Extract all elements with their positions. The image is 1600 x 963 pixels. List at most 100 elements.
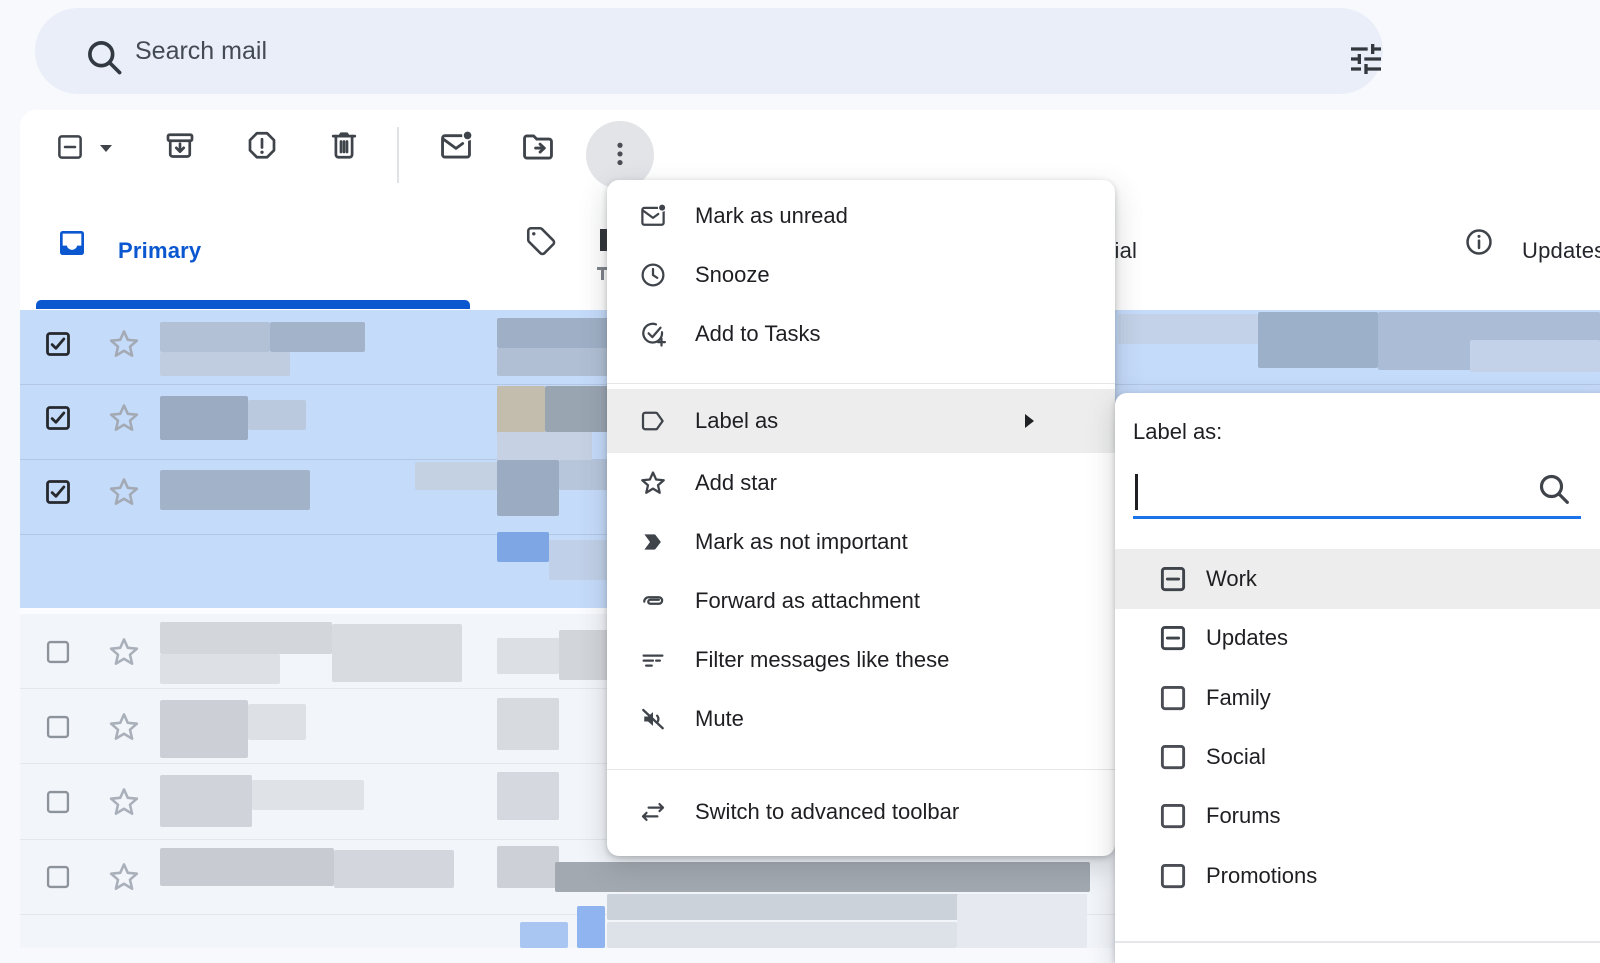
redacted-text xyxy=(497,386,545,434)
label-search-underline xyxy=(1133,516,1581,519)
filter-icon xyxy=(638,645,668,675)
mute-icon xyxy=(638,704,668,734)
menu-item-forward-as-attachment[interactable]: Forward as attachment xyxy=(607,571,1115,630)
menu-item-switch-to-advanced-toolbar[interactable]: Switch to advanced toolbar xyxy=(607,782,1115,841)
redacted-text xyxy=(497,348,609,376)
star-icon[interactable] xyxy=(106,400,142,436)
redacted-text xyxy=(160,775,252,827)
row-checkbox-checked[interactable] xyxy=(44,330,72,358)
menu-item-label-as[interactable]: Label as xyxy=(607,389,1115,453)
redacted-text xyxy=(160,848,334,886)
redacted-text xyxy=(559,460,609,490)
submenu-arrow-icon xyxy=(1022,412,1036,430)
menu-item-snooze[interactable]: Snooze xyxy=(607,245,1115,304)
redacted-text xyxy=(497,460,559,516)
row-checkbox[interactable] xyxy=(44,638,72,666)
delete-icon[interactable] xyxy=(326,128,362,164)
row-checkbox[interactable] xyxy=(44,713,72,741)
redacted-text xyxy=(160,654,280,684)
menu-item-mark-as-not-important[interactable]: Mark as not important xyxy=(607,512,1115,571)
row-checkbox-checked[interactable] xyxy=(44,404,72,432)
checkbox-empty-icon xyxy=(1158,861,1188,891)
star-icon xyxy=(638,468,668,498)
checkbox-empty-icon xyxy=(1158,742,1188,772)
menu-item-mark-as-unread[interactable]: Mark as unread xyxy=(607,186,1115,245)
tab-primary[interactable]: Primary xyxy=(118,238,201,264)
report-spam-icon[interactable] xyxy=(244,128,280,164)
redacted-text xyxy=(577,906,605,948)
redacted-text xyxy=(1470,340,1600,372)
more-options-menu: Mark as unread Snooze Add to Tasks Label… xyxy=(607,180,1115,856)
toolbar-divider xyxy=(397,127,399,183)
tag-icon[interactable] xyxy=(524,224,558,258)
redacted-text xyxy=(334,850,454,888)
checkbox-indeterminate-icon xyxy=(1158,564,1188,594)
redacted-text xyxy=(248,704,306,740)
redacted-text xyxy=(1118,314,1258,344)
label-option-work[interactable]: Work xyxy=(1115,549,1600,609)
redacted-text xyxy=(160,622,332,654)
star-icon[interactable] xyxy=(106,474,142,510)
redacted-text xyxy=(248,400,306,430)
mark-unread-icon[interactable] xyxy=(437,127,475,165)
add-to-tasks-icon xyxy=(638,319,668,349)
redacted-text xyxy=(497,318,609,348)
checkbox-empty-icon xyxy=(1158,801,1188,831)
swap-arrows-icon xyxy=(638,797,668,827)
star-icon[interactable] xyxy=(106,326,142,362)
menu-item-filter-messages[interactable]: Filter messages like these xyxy=(607,630,1115,689)
redacted-text xyxy=(160,700,248,758)
tab-updates[interactable]: Updates xyxy=(1522,238,1600,264)
row-checkbox[interactable] xyxy=(44,863,72,891)
label-as-title: Label as: xyxy=(1133,419,1222,445)
row-checkbox[interactable] xyxy=(44,788,72,816)
label-option-updates[interactable]: Updates xyxy=(1115,608,1600,668)
snooze-clock-icon xyxy=(638,260,668,290)
submenu-divider xyxy=(1115,941,1600,943)
archive-icon[interactable] xyxy=(162,128,198,164)
select-caret-icon[interactable] xyxy=(98,143,114,153)
search-icon[interactable] xyxy=(82,35,126,79)
label-option-forums[interactable]: Forums xyxy=(1115,786,1600,846)
star-icon[interactable] xyxy=(106,709,142,745)
checkbox-indeterminate-icon xyxy=(1158,623,1188,653)
menu-divider xyxy=(607,769,1115,770)
more-options-button[interactable] xyxy=(586,121,654,189)
menu-divider xyxy=(607,383,1115,384)
search-bar[interactable]: Search mail xyxy=(35,8,1383,94)
redacted-text xyxy=(497,772,559,820)
label-option-promotions[interactable]: Promotions xyxy=(1115,846,1600,906)
primary-inbox-icon xyxy=(56,227,88,259)
star-icon[interactable] xyxy=(106,634,142,670)
redacted-text xyxy=(160,396,248,440)
label-search-input[interactable] xyxy=(1133,467,1523,511)
redacted-text xyxy=(520,922,568,948)
tune-icon[interactable] xyxy=(1346,39,1386,79)
label-as-submenu: Label as: Work Updates Family xyxy=(1115,393,1600,963)
star-icon[interactable] xyxy=(106,784,142,820)
redacted-text xyxy=(607,922,957,948)
redacted-text xyxy=(497,638,559,674)
redacted-text xyxy=(957,894,1087,948)
paperclip-icon xyxy=(638,586,668,616)
search-input[interactable]: Search mail xyxy=(135,8,267,94)
menu-item-add-to-tasks[interactable]: Add to Tasks xyxy=(607,304,1115,363)
not-important-icon xyxy=(638,528,666,556)
label-option-social[interactable]: Social xyxy=(1115,727,1600,787)
label-tag-icon xyxy=(638,406,668,436)
search-icon[interactable] xyxy=(1534,469,1574,509)
redacted-text xyxy=(545,386,609,432)
star-icon[interactable] xyxy=(106,859,142,895)
label-option-family[interactable]: Family xyxy=(1115,668,1600,728)
redacted-text xyxy=(160,470,310,510)
info-icon[interactable] xyxy=(1463,226,1495,258)
menu-item-mute[interactable]: Mute xyxy=(607,689,1115,748)
redacted-text xyxy=(497,846,559,888)
redacted-text xyxy=(497,698,559,750)
redacted-text xyxy=(497,532,549,562)
active-tab-indicator xyxy=(36,300,470,309)
menu-item-add-star[interactable]: Add star xyxy=(607,453,1115,512)
row-checkbox-checked[interactable] xyxy=(44,478,72,506)
move-to-icon[interactable] xyxy=(519,128,557,166)
select-all-checkbox[interactable] xyxy=(55,132,85,162)
